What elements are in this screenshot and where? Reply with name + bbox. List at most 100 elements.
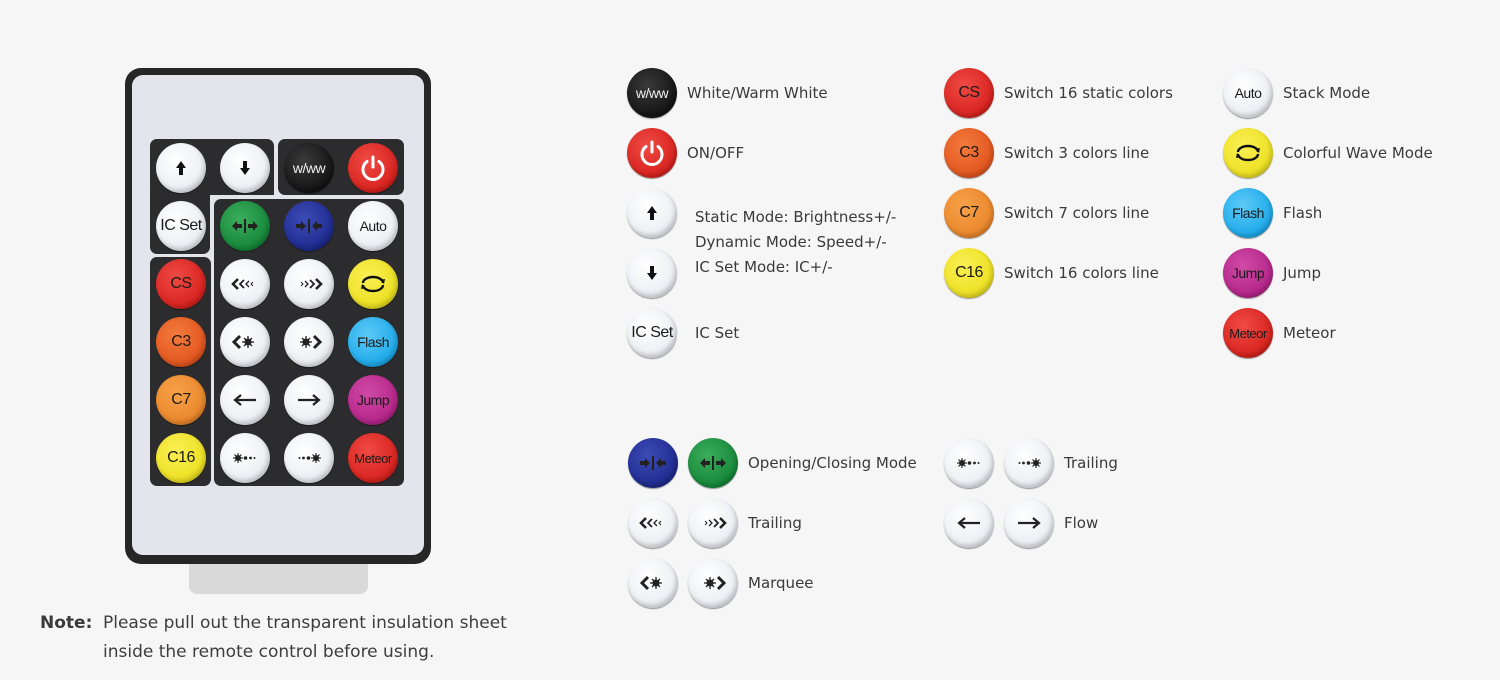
legend-c3-button: C3: [944, 128, 994, 178]
legend-line: Static Mode: Brightness+/-: [695, 208, 897, 226]
legend-item-auto: Auto Stack Mode: [1223, 68, 1370, 118]
remote-dot-trail-right-button[interactable]: [284, 433, 334, 483]
closing-icon: [294, 218, 324, 234]
legend-item-icset: IC Set IC Set: [627, 308, 739, 358]
remote-jump-button[interactable]: Jump: [348, 375, 398, 425]
remote-power-button[interactable]: [348, 143, 398, 193]
legend-label: Marquee: [748, 574, 814, 592]
flow-right-icon: [294, 392, 324, 408]
legend-label: Jump: [1283, 264, 1322, 282]
remote-dot-trail-left-button[interactable]: [220, 433, 270, 483]
remote-flash-button[interactable]: Flash: [348, 317, 398, 367]
remote-auto-button[interactable]: Auto: [348, 201, 398, 251]
legend-item-down: [627, 248, 677, 298]
legend-c7-glyph: C7: [959, 204, 979, 221]
legend-item-flow: Flow: [944, 498, 1098, 548]
c16-label: C16: [167, 449, 195, 466]
legend-item-meteor: Meteor Meteor: [1223, 308, 1336, 358]
legend-label: Stack Mode: [1283, 84, 1371, 102]
legend-item-up: [627, 188, 677, 238]
legend-open-button: [688, 438, 738, 488]
auto-label: Auto: [359, 218, 387, 234]
opening-icon: [230, 218, 260, 234]
remote-trail-right-button[interactable]: [284, 259, 334, 309]
remote-up-button[interactable]: [156, 143, 206, 193]
legend-label: Switch 16 static colors: [1004, 84, 1173, 102]
legend-icset-button: IC Set: [627, 308, 677, 358]
legend-ww-glyph: w/ww: [635, 85, 669, 101]
legend-trail-left-button: [628, 498, 678, 548]
legend-c16-glyph: C16: [955, 264, 983, 281]
legend-item-dot-trailing: Trailing: [944, 438, 1118, 488]
power-icon: [358, 153, 388, 183]
legend-trail-right-button: [688, 498, 738, 548]
c7-label: C7: [171, 391, 191, 408]
remote-marquee-left-button[interactable]: [220, 317, 270, 367]
remote-open-button[interactable]: [220, 201, 270, 251]
legend-label: IC Set: [695, 324, 740, 342]
flow-left-icon: [954, 515, 984, 531]
arrow-down-icon: [235, 158, 255, 178]
remote-cs-button[interactable]: CS: [156, 259, 206, 309]
legend-c16-button: C16: [944, 248, 994, 298]
insulation-sheet-tab[interactable]: [189, 564, 368, 594]
marquee-left-icon: [230, 334, 260, 350]
cs-label: CS: [170, 275, 192, 292]
legend-line: Dynamic Mode: Speed+/-: [695, 233, 887, 251]
wave-cycle-icon: [358, 274, 388, 294]
marquee-right-icon: [698, 575, 728, 591]
legend-label: ON/OFF: [687, 144, 745, 162]
flow-right-icon: [1014, 515, 1044, 531]
remote-wave-button[interactable]: [348, 259, 398, 309]
dot-trail-right-icon: [294, 450, 324, 466]
remote-flow-left-button[interactable]: [220, 375, 270, 425]
legend-item-wave: Colorful Wave Mode: [1223, 128, 1433, 178]
remote-flow-right-button[interactable]: [284, 375, 334, 425]
legend-item-power: ON/OFF: [627, 128, 744, 178]
legend-ww-button: w/ww: [627, 68, 677, 118]
trail-right-icon: [698, 515, 728, 531]
legend-label: Meteor: [1283, 324, 1336, 342]
legend-cs-glyph: CS: [958, 84, 980, 101]
jump-label: Jump: [356, 392, 390, 408]
legend-flash-button: Flash: [1223, 188, 1273, 238]
legend-up-button: [627, 188, 677, 238]
remote-close-button[interactable]: [284, 201, 334, 251]
legend-icset-glyph: IC Set: [631, 324, 673, 341]
legend-label: Colorful Wave Mode: [1283, 144, 1433, 162]
trail-right-icon: [294, 276, 324, 292]
remote-marquee-right-button[interactable]: [284, 317, 334, 367]
remote-down-button[interactable]: [220, 143, 270, 193]
remote-c7-button[interactable]: C7: [156, 375, 206, 425]
ww-label: w/ww: [292, 160, 326, 176]
legend-line: IC Set Mode: IC+/-: [695, 258, 833, 276]
remote-trail-left-button[interactable]: [220, 259, 270, 309]
c3-label: C3: [171, 333, 191, 350]
dot-trail-left-icon: [954, 455, 984, 471]
legend-dot-trail-left-button: [944, 438, 994, 488]
remote-ww-button[interactable]: w/ww: [284, 143, 334, 193]
note-label: Note:: [40, 613, 93, 633]
remote-meteor-button[interactable]: Meteor: [348, 433, 398, 483]
trail-left-icon: [638, 515, 668, 531]
flow-left-icon: [230, 392, 260, 408]
remote-icset-button[interactable]: IC Set: [156, 201, 206, 251]
remote-c16-button[interactable]: C16: [156, 433, 206, 483]
flash-label: Flash: [357, 334, 389, 350]
legend-label: White/Warm White: [687, 84, 828, 102]
remote-c3-button[interactable]: C3: [156, 317, 206, 367]
legend-label: Switch 3 colors line: [1004, 144, 1150, 162]
arrow-up-icon: [642, 203, 662, 223]
legend-label: Trailing: [748, 514, 802, 532]
legend-label: Flash: [1283, 204, 1323, 222]
legend-jump-button: Jump: [1223, 248, 1273, 298]
legend-auto-glyph: Auto: [1234, 85, 1262, 101]
power-icon: [637, 138, 667, 168]
arrow-down-icon: [642, 263, 662, 283]
legend-jump-glyph: Jump: [1231, 265, 1265, 281]
legend-cs-button: CS: [944, 68, 994, 118]
legend-auto-button: Auto: [1223, 68, 1273, 118]
legend-item-cs: CS Switch 16 static colors: [944, 68, 1173, 118]
marquee-right-icon: [294, 334, 324, 350]
legend-wave-button: [1223, 128, 1273, 178]
